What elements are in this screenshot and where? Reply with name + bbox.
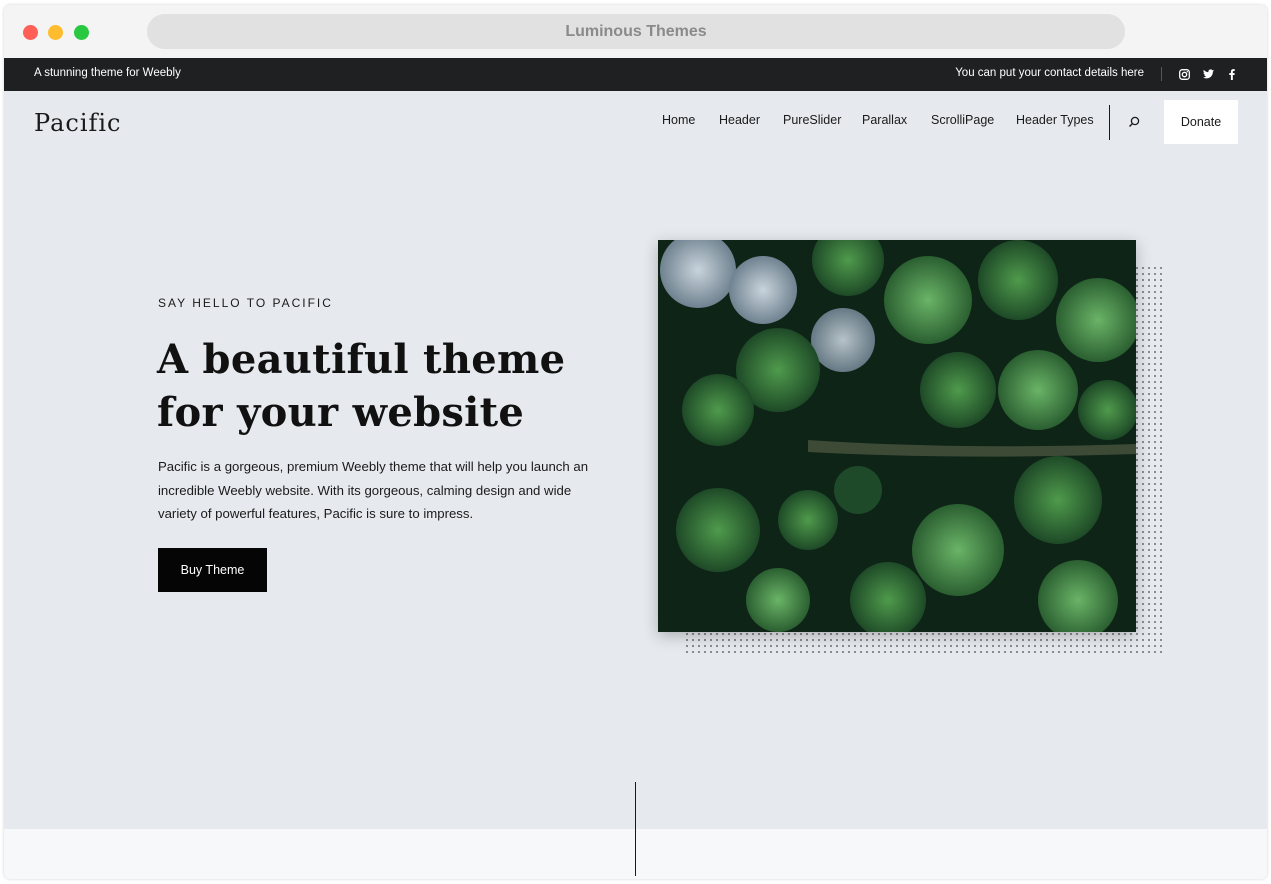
maximize-window-button[interactable] [74, 25, 89, 40]
nav-item-header-types[interactable]: Header Types [1016, 113, 1094, 127]
nav-item-header[interactable]: Header [719, 113, 760, 127]
scroll-indicator-line [635, 782, 636, 876]
search-icon[interactable] [1127, 115, 1143, 131]
hero-headline-line-2: for your website [157, 389, 525, 436]
close-window-button[interactable] [23, 25, 38, 40]
hero-headline-line-1: A beautiful theme [157, 336, 566, 383]
hero-headline: A beautiful theme for your website [157, 333, 597, 439]
browser-window: Luminous Themes A stunning theme for Wee… [4, 5, 1267, 879]
forest-aerial-image [658, 240, 1136, 632]
instagram-icon[interactable] [1177, 67, 1191, 81]
hero-description-line-3: variety of powerful features, Pacific is… [158, 506, 474, 521]
hero-description: Pacific is a gorgeous, premium Weebly th… [158, 455, 598, 526]
donate-button[interactable]: Donate [1164, 100, 1238, 144]
main-navigation: Pacific Home Header PureSlider Parallax … [4, 91, 1267, 161]
nav-item-pureslider[interactable]: PureSlider [783, 113, 841, 127]
contact-details: You can put your contact details here [955, 67, 1144, 79]
browser-chrome: Luminous Themes [4, 5, 1267, 58]
nav-divider [1109, 105, 1110, 140]
nav-item-home[interactable]: Home [662, 113, 695, 127]
hero-description-line-2: incredible Weebly website. With its gorg… [158, 482, 572, 498]
hero-description-line-1: Pacific is a gorgeous, premium Weebly th… [158, 459, 589, 474]
site-tagline: A stunning theme for Weebly [34, 67, 181, 79]
hero-eyebrow: SAY HELLO TO PACIFIC [158, 296, 333, 310]
nav-item-scrollipage[interactable]: ScrolliPage [931, 113, 994, 127]
buy-theme-button[interactable]: Buy Theme [158, 548, 267, 592]
address-bar[interactable]: Luminous Themes [147, 14, 1125, 49]
address-bar-title: Luminous Themes [565, 22, 707, 40]
twitter-icon[interactable] [1201, 67, 1215, 81]
facebook-icon[interactable] [1225, 67, 1239, 81]
nav-item-parallax[interactable]: Parallax [862, 113, 907, 127]
minimize-window-button[interactable] [48, 25, 63, 40]
site-logo[interactable]: Pacific [34, 109, 122, 137]
top-info-bar: A stunning theme for Weebly You can put … [4, 58, 1267, 91]
topbar-divider [1161, 67, 1162, 81]
